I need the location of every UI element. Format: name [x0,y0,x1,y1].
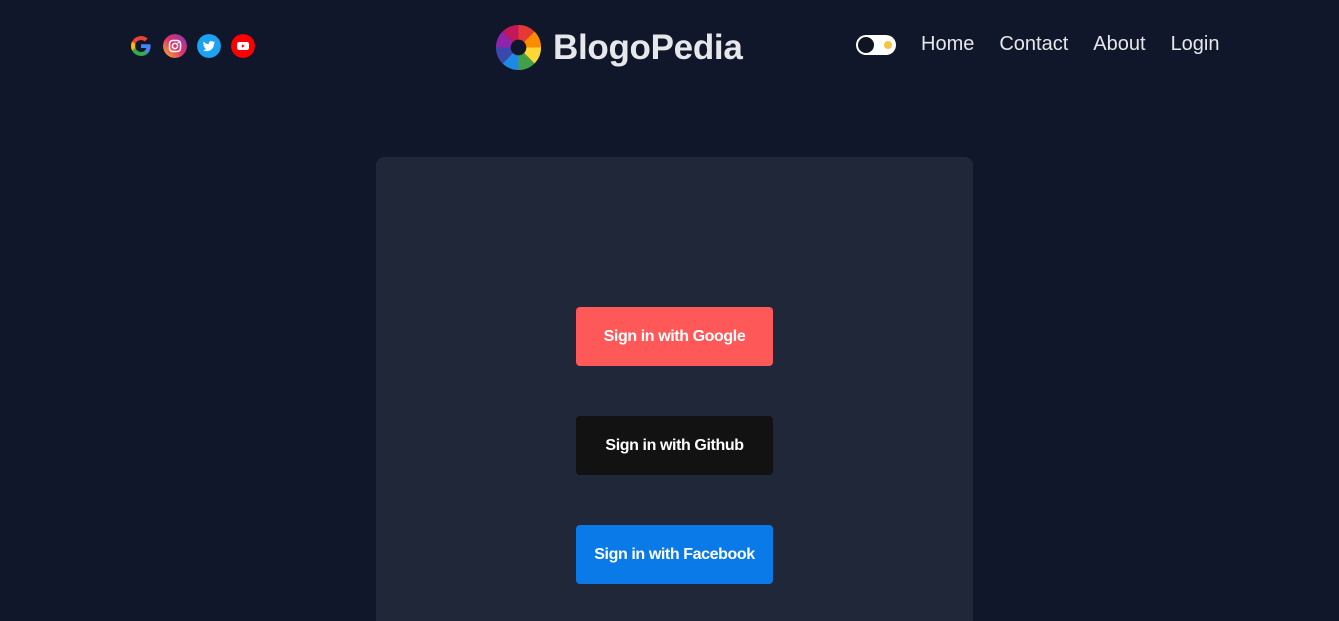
social-links [129,34,255,58]
youtube-icon[interactable] [231,34,255,58]
google-signin-button[interactable]: Sign in with Google [576,307,773,366]
theme-toggle[interactable] [856,34,896,55]
brand-name: BlogoPedia [553,27,743,67]
sun-icon [884,40,892,49]
blogopedia-logo-icon [495,24,542,71]
toggle-knob [858,36,874,53]
nav-contact[interactable]: Contact [999,33,1068,56]
nav-about[interactable]: About [1093,33,1145,56]
signin-card: Sign in with Google Sign in with Github … [376,157,973,621]
twitter-icon[interactable] [197,34,221,58]
main-nav: Home Contact About Login [856,33,1220,56]
google-icon[interactable] [129,34,153,58]
brand[interactable]: BlogoPedia [495,24,743,71]
facebook-signin-button[interactable]: Sign in with Facebook [576,525,773,584]
instagram-icon[interactable] [163,34,187,58]
nav-home[interactable]: Home [921,33,974,56]
github-signin-button[interactable]: Sign in with Github [576,416,773,475]
nav-login[interactable]: Login [1171,33,1220,56]
login-page: BlogoPedia Home Contact About Login Sign… [0,0,1339,621]
